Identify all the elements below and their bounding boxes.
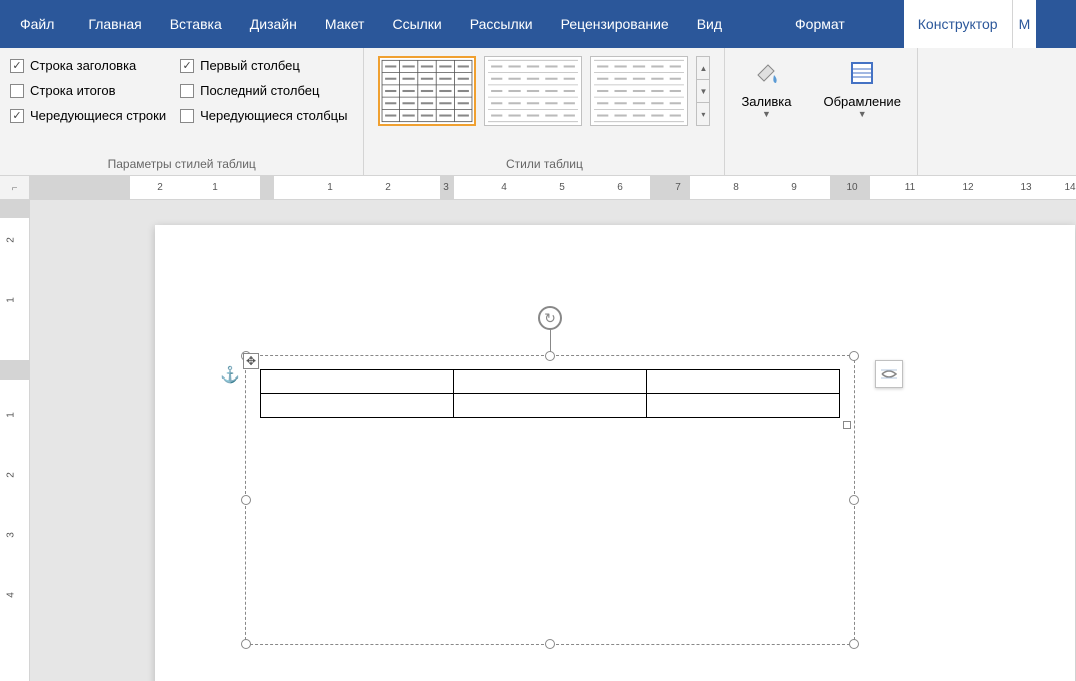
- anchor-icon[interactable]: ⚓: [220, 365, 240, 385]
- checkbox-icon: [180, 59, 194, 73]
- dropdown-arrow-icon: ▼: [762, 109, 771, 119]
- menu-constructor[interactable]: Конструктор: [904, 0, 1012, 48]
- table-row[interactable]: [261, 370, 840, 394]
- check-banded-columns[interactable]: Чередующиеся столбцы: [180, 108, 347, 123]
- document-scroll[interactable]: ⚓ ↻ ✥: [30, 200, 1076, 681]
- group-label: Параметры стилей таблиц: [6, 155, 357, 173]
- gallery-more-button[interactable]: ▾: [697, 103, 709, 125]
- menu-insert[interactable]: Вставка: [156, 0, 236, 48]
- check-label: Чередующиеся столбцы: [200, 108, 347, 123]
- checkbox-icon: [10, 59, 24, 73]
- table-move-handle[interactable]: ✥: [243, 353, 259, 369]
- resize-handle-tr[interactable]: [849, 351, 859, 361]
- table-style-thumb-2[interactable]: [484, 56, 582, 126]
- ruler-corner[interactable]: ⌐: [0, 176, 30, 200]
- table-style-thumb-3[interactable]: [590, 56, 688, 126]
- menu-design[interactable]: Дизайн: [236, 0, 311, 48]
- button-label: Заливка: [741, 94, 791, 109]
- layout-options-button[interactable]: [875, 360, 903, 388]
- button-label: Обрамление: [823, 94, 900, 109]
- checkbox-icon: [10, 109, 24, 123]
- menu-review[interactable]: Рецензирование: [547, 0, 683, 48]
- ribbon-group-borders: Обрамление ▼: [807, 48, 917, 175]
- resize-handle-tm[interactable]: [545, 351, 555, 361]
- resize-handle-bl[interactable]: [241, 639, 251, 649]
- ribbon-group-style-options: Строка заголовка Строка итогов Чередующи…: [0, 48, 364, 175]
- check-label: Первый столбец: [200, 58, 300, 73]
- check-total-row[interactable]: Строка итогов: [10, 83, 166, 98]
- ribbon-group-shading: Заливка ▼: [725, 48, 807, 175]
- menu-format[interactable]: Формат: [781, 0, 859, 48]
- menu-layout[interactable]: Макет: [311, 0, 379, 48]
- checkbox-icon: [180, 109, 194, 123]
- borders-button[interactable]: Обрамление ▼: [813, 52, 910, 123]
- gallery-scroller: ▲ ▼ ▾: [696, 56, 710, 126]
- check-label: Чередующиеся строки: [30, 108, 166, 123]
- resize-handle-mr[interactable]: [849, 495, 859, 505]
- check-banded-rows[interactable]: Чередующиеся строки: [10, 108, 166, 123]
- menu-mailings[interactable]: Рассылки: [456, 0, 547, 48]
- menu-home[interactable]: Главная: [74, 0, 155, 48]
- menu-view[interactable]: Вид: [683, 0, 736, 48]
- page[interactable]: ⚓ ↻ ✥: [155, 225, 1075, 681]
- resize-handle-br[interactable]: [849, 639, 859, 649]
- menu-more[interactable]: М: [1012, 0, 1037, 48]
- table-row[interactable]: [261, 394, 840, 418]
- checkbox-icon: [180, 84, 194, 98]
- check-label: Строка заголовка: [30, 58, 136, 73]
- menubar: Файл Главная Вставка Дизайн Макет Ссылки…: [0, 0, 1076, 48]
- table-resize-handle[interactable]: [843, 421, 851, 429]
- check-label: Последний столбец: [200, 83, 319, 98]
- table-style-thumb-1[interactable]: [378, 56, 476, 126]
- resize-handle-bm[interactable]: [545, 639, 555, 649]
- check-header-row[interactable]: Строка заголовка: [10, 58, 166, 73]
- menu-file[interactable]: Файл: [0, 0, 74, 48]
- check-first-column[interactable]: Первый столбец: [180, 58, 347, 73]
- dropdown-arrow-icon: ▼: [858, 109, 867, 119]
- borders-icon: [845, 56, 879, 90]
- gallery-up-button[interactable]: ▲: [697, 57, 709, 80]
- check-last-column[interactable]: Последний столбец: [180, 83, 347, 98]
- gallery-down-button[interactable]: ▼: [697, 80, 709, 103]
- resize-handle-ml[interactable]: [241, 495, 251, 505]
- paint-bucket-icon: [749, 56, 783, 90]
- rotate-handle[interactable]: ↻: [538, 306, 562, 330]
- check-label: Строка итогов: [30, 83, 116, 98]
- document-table[interactable]: [260, 369, 840, 418]
- menu-references[interactable]: Ссылки: [378, 0, 455, 48]
- vertical-ruler[interactable]: 2 1 1 2 3 4: [0, 200, 30, 681]
- layout-options-icon: [879, 364, 899, 384]
- ribbon-group-table-styles: ▲ ▼ ▾ Стили таблиц: [364, 48, 725, 175]
- horizontal-ruler[interactable]: 2 1 1 2 3 4 5 6 7 8 9 10 11 12 13 14: [30, 176, 1076, 199]
- document-area: 2 1 1 2 3 4 ⚓ ↻: [0, 200, 1076, 681]
- checkbox-icon: [10, 84, 24, 98]
- shading-button[interactable]: Заливка ▼: [731, 52, 801, 123]
- group-label: Стили таблиц: [370, 155, 718, 173]
- ruler-row: ⌐ 2 1 1 2 3 4 5 6 7 8 9 10 11 12 13 14: [0, 176, 1076, 200]
- ribbon: Строка заголовка Строка итогов Чередующи…: [0, 48, 1076, 176]
